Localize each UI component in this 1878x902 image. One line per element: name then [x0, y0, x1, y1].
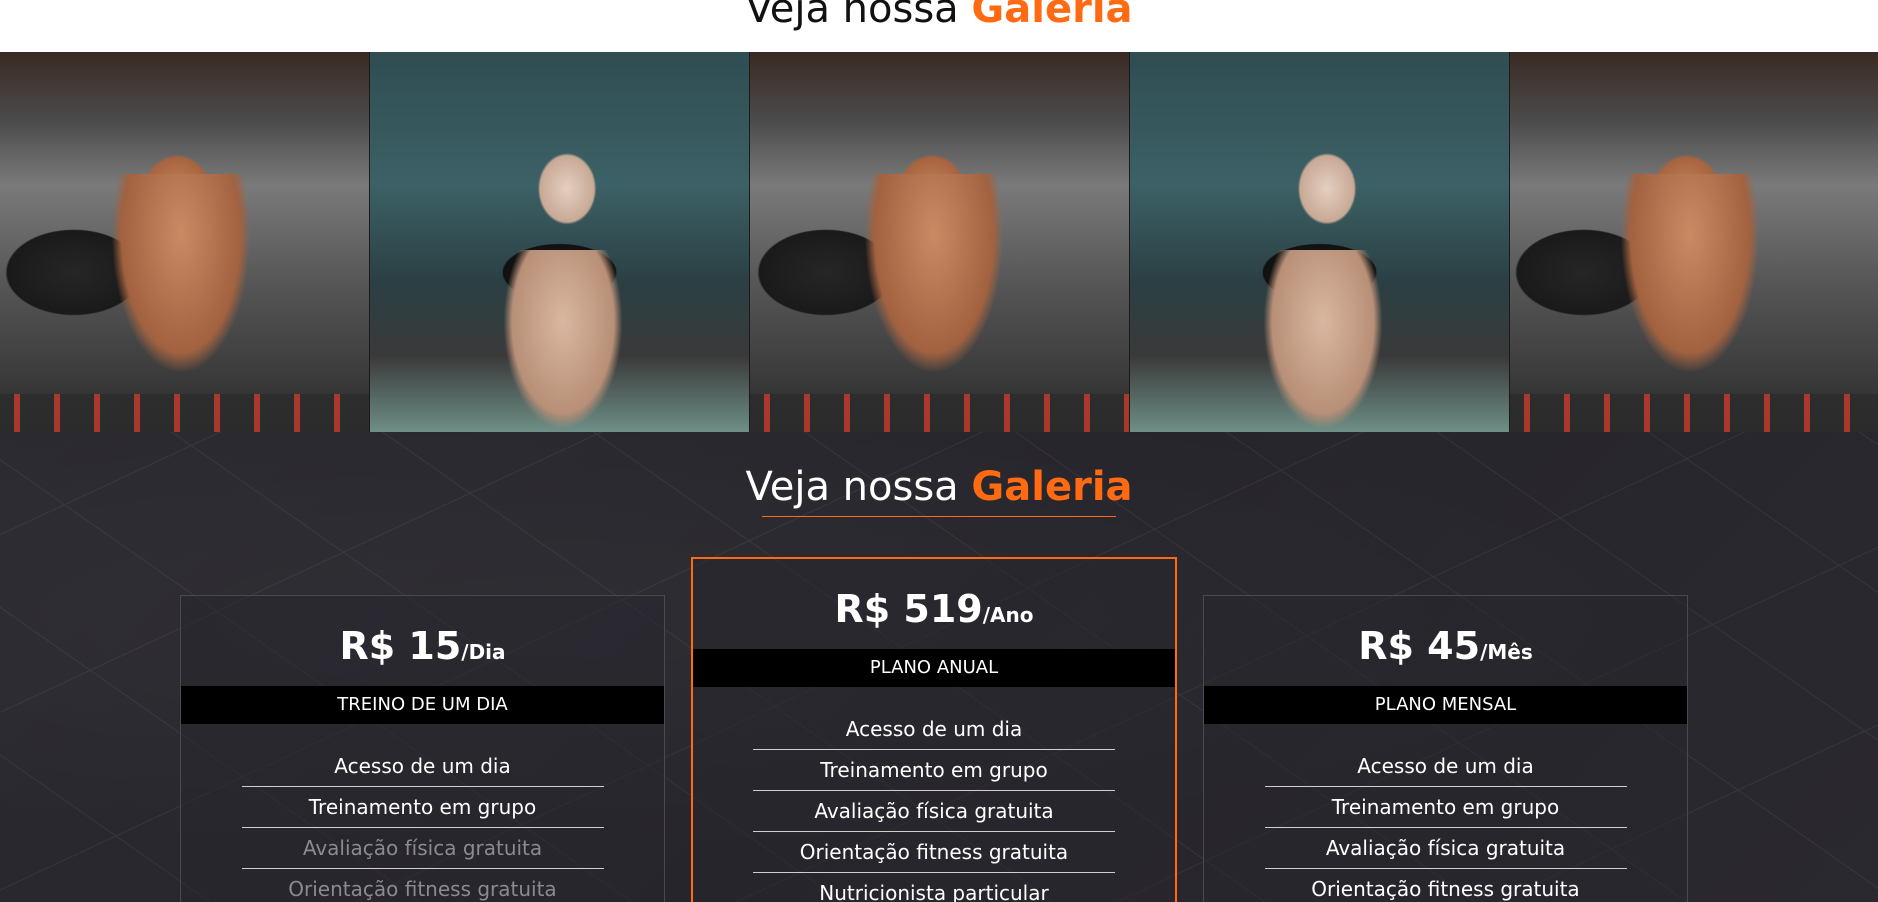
- gallery-image-woman-crunch[interactable]: [1130, 52, 1510, 432]
- plan-feature: Orientação fitness gratuita: [753, 832, 1115, 873]
- plan-features: Acesso de um dia Treinamento em grupo Av…: [753, 709, 1115, 902]
- plan-feature-unavailable: Orientação fitness gratuita: [242, 869, 604, 902]
- plan-price-period: /Ano: [982, 603, 1034, 627]
- pricing-title-prefix: Veja nossa: [745, 464, 959, 510]
- plan-feature: Nutricionista particular: [753, 873, 1115, 902]
- plan-name: PLANO MENSAL: [1204, 686, 1687, 724]
- plan-price-period: /Dia: [461, 640, 506, 664]
- plan-feature: Acesso de um dia: [1264, 746, 1627, 787]
- pricing-card-day[interactable]: R$ 15/Dia TREINO DE UM DIA Acesso de um …: [180, 595, 665, 902]
- plan-features: Acesso de um dia Treinamento em grupo Av…: [1264, 746, 1627, 902]
- gallery-title-prefix: Veja nossa: [745, 0, 959, 32]
- plan-price: R$ 15/Dia: [181, 624, 664, 668]
- gallery-title: Veja nossa Galeria: [0, 0, 1878, 32]
- plan-feature: Treinamento em grupo: [1264, 787, 1627, 828]
- plan-feature: Acesso de um dia: [241, 746, 604, 787]
- plan-feature: Avaliação física gratuita: [1264, 828, 1627, 869]
- gallery-title-accent: Galeria: [971, 0, 1133, 32]
- plan-price-value: R$ 15: [339, 624, 462, 668]
- gallery-image-woman-crunch[interactable]: [370, 52, 750, 432]
- plan-features: Acesso de um dia Treinamento em grupo Av…: [241, 746, 604, 902]
- gallery-strip: [0, 52, 1878, 432]
- pricing-title: Veja nossa Galeria: [0, 464, 1878, 510]
- plan-feature: Treinamento em grupo: [241, 787, 604, 828]
- plan-name: PLANO ANUAL: [693, 649, 1175, 687]
- plan-price: R$ 45/Mês: [1204, 624, 1687, 668]
- plan-feature: Acesso de um dia: [753, 709, 1115, 750]
- plan-price-value: R$ 45: [1358, 624, 1481, 668]
- plan-name: TREINO DE UM DIA: [181, 686, 664, 724]
- plan-feature-unavailable: Avaliação física gratuita: [241, 828, 604, 869]
- plan-feature: Avaliação física gratuita: [753, 791, 1115, 832]
- gallery-image-man-barbell[interactable]: [0, 52, 370, 432]
- plan-price-period: /Mês: [1480, 640, 1533, 664]
- pricing-card-annual[interactable]: R$ 519/Ano PLANO ANUAL Acesso de um dia …: [691, 557, 1177, 902]
- pricing-title-accent: Galeria: [971, 464, 1133, 510]
- plan-price-value: R$ 519: [834, 587, 983, 631]
- gallery-image-man-barbell[interactable]: [750, 52, 1130, 432]
- plan-price: R$ 519/Ano: [693, 587, 1175, 631]
- pricing-card-monthly[interactable]: R$ 45/Mês PLANO MENSAL Acesso de um dia …: [1203, 595, 1688, 902]
- gallery-image-man-barbell[interactable]: [1510, 52, 1878, 432]
- title-underline: [762, 516, 1116, 517]
- gallery-header: Veja nossa Galeria: [0, 0, 1878, 52]
- plan-feature: Treinamento em grupo: [753, 750, 1115, 791]
- plan-feature: Orientação fitness gratuita: [1265, 869, 1627, 902]
- pricing-section: Veja nossa Galeria R$ 15/Dia TREINO DE U…: [0, 432, 1878, 902]
